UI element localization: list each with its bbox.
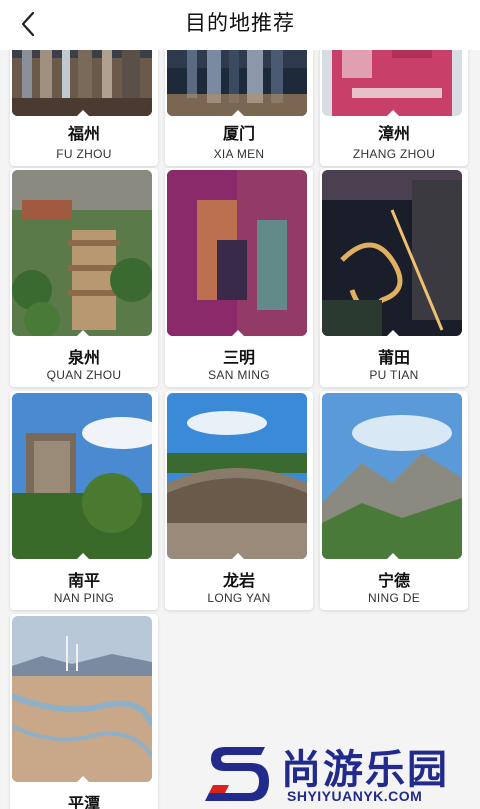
destination-name-en: NING DE [367,591,421,605]
destination-name-cn: 南平 [67,571,100,590]
destination-name-cn: 福州 [67,124,100,143]
watermark-url: SHYIYUANYK.COM [287,788,423,804]
card-notch [387,330,399,336]
destination-card-quanzhou[interactable]: 泉州 QUAN ZHOU [10,168,158,387]
card-notch [232,110,244,116]
destination-name-en: NAN PING [53,591,115,605]
page-title: 目的地推荐 [185,11,295,35]
destination-name-en: FU ZHOU [56,147,112,161]
destination-photo [322,393,462,559]
destination-name-cn: 莆田 [377,348,410,367]
destination-name-cn: 龙岩 [222,571,255,590]
destination-name-cn: 平潭 [67,794,100,809]
destination-photo [12,616,152,782]
destination-card-ningde[interactable]: 宁德 NING DE [320,391,468,610]
destination-grid: 福州 FU ZHOU 厦门 XIA MEN 漳州 ZHANG ZHOU 泉州 Q… [0,0,480,809]
destination-card-pingtan[interactable]: 平潭 [10,614,158,809]
card-notch [232,553,244,559]
destination-name-cn: 宁德 [377,571,410,590]
destination-photo [12,393,152,559]
destination-photo [12,170,152,336]
card-notch [77,776,89,782]
destination-name-en: LONG YAN [207,591,271,605]
destination-name-en: SAN MING [208,368,270,382]
destination-card-longyan[interactable]: 龙岩 LONG YAN [165,391,313,610]
top-app-bar: 目的地推荐 [0,0,480,50]
card-notch [77,553,89,559]
destination-photo [167,170,307,336]
destination-photo [322,170,462,336]
watermark-name: 尚游乐园 [281,747,449,793]
destination-name-en: XIA MEN [213,147,265,161]
destination-card-nanping[interactable]: 南平 NAN PING [10,391,158,610]
destination-name-en: PU TIAN [369,368,419,382]
card-notch [387,553,399,559]
watermark: 尚游乐园 SHYIYUANYK.COM [205,735,480,809]
card-notch [232,330,244,336]
destination-card-putian[interactable]: 莆田 PU TIAN [320,168,468,387]
destination-card-sanming[interactable]: 三明 SAN MING [165,168,313,387]
destination-name-cn: 泉州 [67,348,100,367]
card-notch [77,330,89,336]
destination-name-en: QUAN ZHOU [46,368,122,382]
card-notch [387,110,399,116]
destination-name-cn: 厦门 [222,124,255,143]
watermark-logo-icon [205,747,269,801]
destination-name-cn: 三明 [222,348,255,367]
destination-photo [167,393,307,559]
card-notch [77,110,89,116]
destination-name-cn: 漳州 [377,124,410,143]
destination-name-en: ZHANG ZHOU [352,147,436,161]
